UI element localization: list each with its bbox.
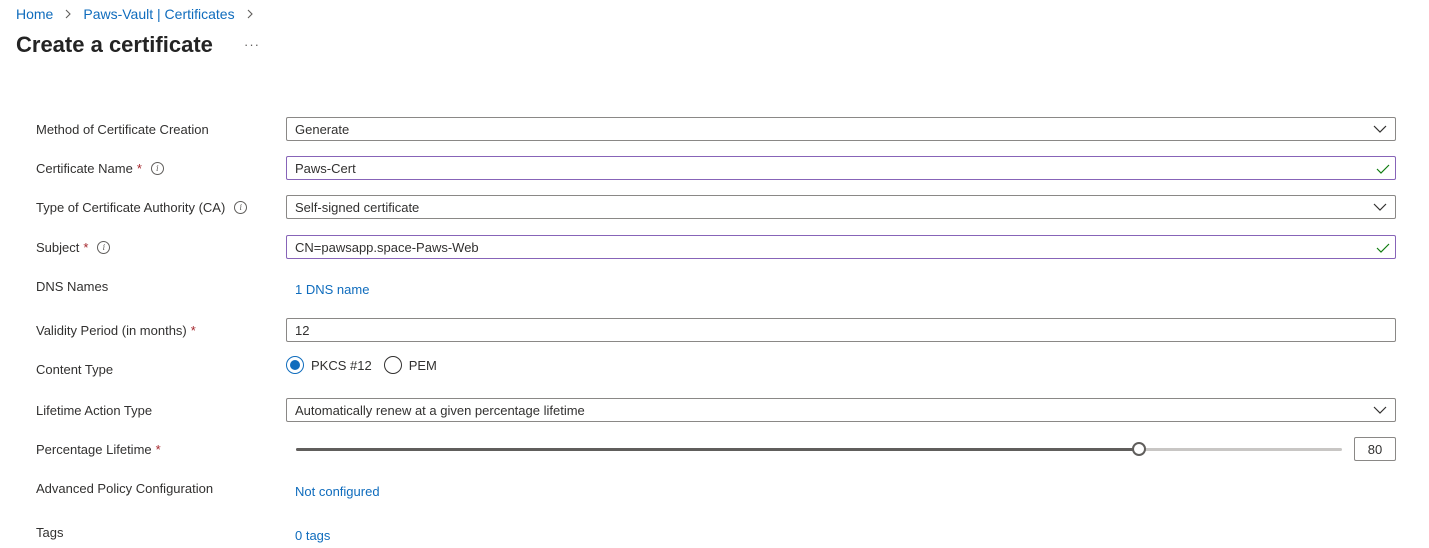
validity-input[interactable]: 12 [286,318,1396,342]
chevron-down-icon [1373,406,1387,414]
certificate-name-label: Certificate Name * i [36,161,164,176]
chevron-right-icon [243,7,257,21]
percentage-value-input[interactable]: 80 [1354,437,1396,461]
content-type-radio-group: PKCS #12 PEM [286,356,449,374]
method-label: Method of Certificate Creation [36,122,209,137]
breadcrumb-vault[interactable]: Paws-Vault | Certificates [83,6,234,22]
lifetime-action-dropdown[interactable]: Automatically renew at a given percentag… [286,398,1396,422]
ca-type-dropdown[interactable]: Self-signed certificate [286,195,1396,219]
radio-selected-dot [290,360,300,370]
subject-label: Subject * i [36,240,111,255]
percentage-lifetime-label: Percentage Lifetime * [36,442,161,457]
required-marker: * [190,323,196,338]
slider-thumb[interactable] [1132,442,1147,456]
breadcrumb-home[interactable]: Home [16,6,53,22]
tags-label: Tags [36,525,64,540]
page-title: Create a certificate [16,32,213,57]
certificate-name-input[interactable]: Paws-Cert [286,156,1396,180]
dns-names-label: DNS Names [36,279,109,294]
ca-type-label: Type of Certificate Authority (CA) i [36,200,248,215]
info-icon[interactable]: i [150,162,164,175]
content-type-label: Content Type [36,362,114,377]
validity-label: Validity Period (in months) * [36,323,196,338]
chevron-down-icon [1373,203,1387,211]
checkmark-icon [1376,164,1390,174]
checkmark-icon [1376,243,1390,253]
info-icon[interactable]: i [97,241,111,254]
radio-pem[interactable] [383,356,402,374]
radio-pem-label[interactable]: PEM [409,358,437,373]
more-options-button[interactable]: ··· [244,37,260,52]
info-icon[interactable]: i [234,201,248,214]
required-marker: * [155,442,161,457]
dns-names-link[interactable]: 1 DNS name [295,282,369,297]
radio-pkcs12-label[interactable]: PKCS #12 [311,358,372,373]
advanced-policy-link[interactable]: Not configured [295,484,380,499]
chevron-down-icon [1373,125,1387,133]
breadcrumb: Home Paws-Vault | Certificates [16,5,265,23]
tags-link[interactable]: 0 tags [295,528,330,543]
advanced-policy-label: Advanced Policy Configuration [36,481,214,496]
lifetime-action-label: Lifetime Action Type [36,403,153,418]
slider-fill [296,448,1140,451]
required-marker: * [136,161,142,176]
required-marker: * [83,240,89,255]
percentage-slider[interactable] [296,441,1342,457]
method-dropdown[interactable]: Generate [286,117,1396,141]
subject-input[interactable]: CN=pawsapp.space-Paws-Web [286,235,1396,259]
chevron-right-icon [61,7,75,21]
radio-pkcs12[interactable] [286,356,304,374]
